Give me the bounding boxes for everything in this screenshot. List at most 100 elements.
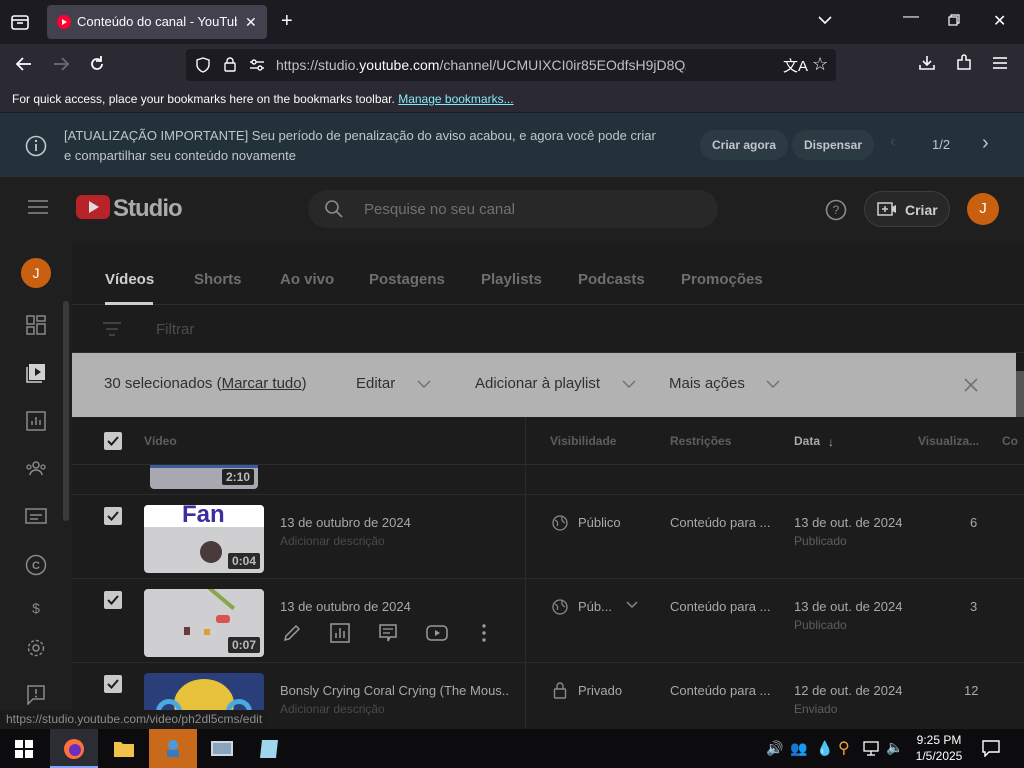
minimize-icon[interactable]: — — [903, 8, 919, 26]
row-checkbox[interactable] — [104, 675, 122, 693]
column-comments[interactable]: Co — [1002, 434, 1018, 448]
downloads-icon[interactable] — [918, 54, 936, 72]
taskbar-firefox[interactable] — [50, 729, 98, 768]
create-button[interactable]: Criar — [864, 191, 950, 227]
url-bar[interactable]: https://studio.youtube.com/channel/UCMUI… — [186, 49, 836, 81]
settings-app-icon[interactable] — [210, 738, 234, 760]
dashboard-icon[interactable] — [26, 315, 46, 335]
youtube-view-icon[interactable] — [426, 625, 448, 641]
search-input[interactable]: Pesquise no seu canal — [364, 201, 515, 218]
earn-icon[interactable]: $ — [28, 601, 44, 615]
add-to-playlist-dropdown[interactable]: Adicionar à playlist — [475, 375, 600, 392]
copyright-icon[interactable]: C — [25, 554, 47, 576]
back-icon[interactable] — [14, 54, 34, 74]
community-icon[interactable] — [25, 459, 47, 477]
studio-logo-text[interactable]: Studio — [113, 195, 183, 223]
volume-mixer-icon[interactable]: 🔊 — [766, 740, 783, 757]
search-magnifier-icon[interactable]: ⚲ — [838, 738, 850, 758]
filter-icon[interactable] — [102, 321, 122, 337]
column-views[interactable]: Visualiza... — [918, 434, 979, 448]
tab-close-icon[interactable]: ✕ — [245, 14, 257, 31]
page-scrollbar[interactable] — [1016, 371, 1024, 417]
column-restrictions[interactable]: Restrições — [670, 434, 731, 448]
settings-gear-icon[interactable] — [26, 638, 46, 658]
video-description[interactable]: Adicionar descrição — [280, 534, 385, 548]
video-thumbnail[interactable]: 0:07 — [144, 589, 264, 657]
channel-avatar[interactable]: J — [21, 258, 51, 288]
permissions-icon[interactable] — [249, 57, 265, 73]
comments-icon[interactable] — [378, 623, 398, 643]
url-text[interactable]: https://studio.youtube.com/channel/UCMUI… — [276, 57, 686, 73]
menu-icon[interactable] — [991, 54, 1009, 72]
close-window-icon[interactable]: ✕ — [993, 11, 1006, 31]
video-description[interactable]: Adicionar descrição — [280, 702, 385, 716]
new-tab-icon[interactable]: + — [281, 10, 293, 33]
banner-prev-icon[interactable]: ‹ — [890, 133, 895, 151]
column-date[interactable]: Data — [794, 434, 820, 448]
analytics-icon[interactable] — [26, 411, 46, 431]
forward-icon[interactable] — [51, 54, 71, 74]
hamburger-menu-icon[interactable] — [28, 199, 48, 215]
tab-podcasts[interactable]: Podcasts — [578, 271, 645, 288]
feedback-icon[interactable] — [27, 685, 45, 705]
file-explorer-icon[interactable] — [113, 739, 135, 759]
notifications-icon[interactable] — [982, 739, 1000, 757]
search-bar[interactable]: Pesquise no seu canal — [308, 190, 718, 228]
bookmark-star-icon[interactable]: ☆ — [812, 54, 828, 75]
taskbar-app-active[interactable] — [149, 729, 197, 768]
row-checkbox[interactable] — [104, 591, 122, 609]
select-all-link[interactable]: Marcar tudo — [222, 375, 302, 392]
table-row[interactable]: 0:07 13 de outubro de 2024 Púb... Conteú… — [72, 579, 1024, 663]
tab-overview-icon[interactable] — [10, 12, 30, 32]
network-icon[interactable] — [863, 740, 879, 756]
playlist-chevron-down-icon[interactable] — [622, 379, 636, 389]
subtitles-icon[interactable] — [25, 507, 47, 525]
speaker-icon[interactable]: 🔈 — [886, 739, 903, 756]
tab-playlists[interactable]: Playlists — [481, 271, 542, 288]
studio-logo-icon[interactable] — [76, 195, 110, 219]
reload-icon[interactable] — [87, 54, 107, 74]
visibility-chevron-down-icon[interactable] — [626, 601, 638, 609]
row-checkbox[interactable] — [104, 507, 122, 525]
video-thumbnail[interactable]: Fan 0:04 — [144, 505, 264, 573]
account-avatar[interactable]: J — [967, 193, 999, 225]
tab-shorts[interactable]: Shorts — [194, 271, 242, 288]
close-selection-icon[interactable] — [964, 378, 978, 392]
content-icon[interactable] — [26, 363, 46, 383]
edit-chevron-down-icon[interactable] — [417, 379, 431, 389]
filter-input[interactable]: Filtrar — [156, 321, 194, 338]
browser-tab-active[interactable]: Conteúdo do canal - YouTube Studio ✕ — [47, 5, 267, 39]
video-title[interactable]: Bonsly Crying Coral Crying (The Mous... — [280, 683, 510, 698]
column-visibility[interactable]: Visibilidade — [550, 434, 616, 448]
more-actions-dropdown[interactable]: Mais ações — [669, 375, 745, 392]
dismiss-button[interactable]: Dispensar — [792, 130, 875, 160]
banner-next-icon[interactable]: › — [982, 132, 989, 155]
tab-live[interactable]: Ao vivo — [280, 271, 334, 288]
extensions-icon[interactable] — [955, 54, 973, 72]
more-options-icon[interactable] — [480, 623, 488, 643]
edit-dropdown[interactable]: Editar — [356, 375, 395, 392]
water-drop-icon[interactable]: 💧 — [816, 740, 833, 757]
windows-start-icon[interactable] — [15, 740, 33, 758]
network-people-icon[interactable]: 👥 — [790, 740, 807, 757]
video-thumbnail[interactable]: 2:10 — [150, 465, 258, 489]
select-all-checkbox[interactable] — [104, 432, 122, 450]
video-title[interactable]: 13 de outubro de 2024 — [280, 599, 510, 614]
notepad-icon[interactable] — [258, 738, 280, 760]
analytics-row-icon[interactable] — [330, 623, 350, 643]
visibility-dropdown[interactable]: Púb... — [578, 599, 612, 614]
manage-bookmarks-link[interactable]: Manage bookmarks... — [398, 92, 513, 106]
video-title[interactable]: 13 de outubro de 2024 — [280, 515, 510, 530]
sort-down-icon[interactable]: ↓ — [828, 435, 834, 449]
shield-icon[interactable] — [195, 57, 211, 73]
help-icon[interactable]: ? — [825, 199, 847, 221]
system-clock[interactable]: 9:25 PM 1/5/2025 — [906, 732, 972, 764]
tab-videos[interactable]: Vídeos — [105, 271, 154, 288]
list-all-tabs-icon[interactable] — [817, 12, 833, 28]
more-actions-chevron-down-icon[interactable] — [766, 379, 780, 389]
edit-pencil-icon[interactable] — [282, 623, 302, 643]
sidebar-scrollbar[interactable] — [63, 301, 69, 521]
create-now-button[interactable]: Criar agora — [700, 130, 789, 160]
restore-icon[interactable] — [948, 14, 960, 26]
tab-posts[interactable]: Postagens — [369, 271, 445, 288]
